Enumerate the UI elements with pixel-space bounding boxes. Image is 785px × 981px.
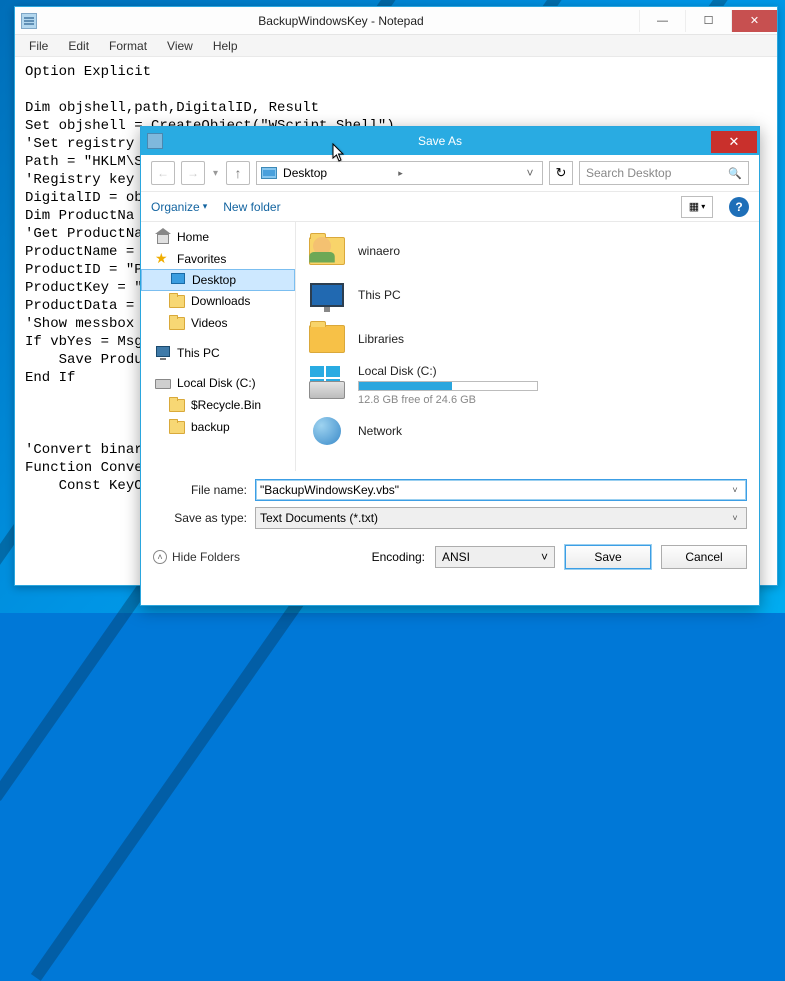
encoding-label: Encoding:: [372, 550, 425, 564]
savetype-label: Save as type:: [153, 511, 255, 525]
minimize-button[interactable]: —: [639, 10, 685, 32]
sidebar-item-localdisk[interactable]: Local Disk (C:): [141, 372, 295, 394]
list-item[interactable]: This PC: [302, 274, 753, 316]
list-item[interactable]: winaero: [302, 230, 753, 272]
pc-icon: [306, 276, 348, 314]
menu-edit[interactable]: Edit: [58, 37, 99, 55]
chevron-right-icon[interactable]: ▸: [398, 168, 403, 179]
sidebar-item-desktop[interactable]: Desktop: [141, 269, 295, 291]
close-button[interactable]: ✕: [711, 131, 757, 153]
network-icon: [306, 412, 348, 450]
saveas-fields: File name: "BackupWindowsKey.vbs" ˅ Save…: [141, 471, 759, 529]
saveas-footer: ˄ Hide Folders Encoding: ANSI ˅ Save Can…: [141, 535, 759, 581]
notepad-menubar: File Edit Format View Help: [15, 35, 777, 57]
saveas-title: Save As: [169, 134, 711, 148]
saveas-address-bar: ← → ▾ ↑ Desktop ▸ ˅ ↻ Search Desktop 🔍: [141, 155, 759, 191]
storage-bar: [358, 381, 538, 391]
notepad-icon: [21, 13, 37, 29]
history-dropdown-icon[interactable]: ▾: [211, 168, 220, 179]
list-item[interactable]: Local Disk (C:) 12.8 GB free of 24.6 GB: [302, 362, 753, 408]
caret-down-icon: ▾: [701, 202, 705, 211]
sidebar-item-thispc[interactable]: This PC: [141, 342, 295, 364]
encoding-combo[interactable]: ANSI ˅: [435, 546, 555, 568]
notepad-title: BackupWindowsKey - Notepad: [43, 14, 639, 28]
breadcrumb[interactable]: Desktop ▸ ˅: [256, 161, 543, 185]
folder-icon: [169, 294, 185, 308]
list-item[interactable]: Network: [302, 410, 753, 452]
folder-icon: [169, 398, 185, 412]
caret-down-icon[interactable]: ˅: [728, 485, 742, 495]
up-button[interactable]: ↑: [226, 161, 250, 185]
pc-icon: [155, 346, 171, 360]
user-folder-icon: [306, 232, 348, 270]
help-button[interactable]: ?: [729, 197, 749, 217]
folder-icon: [169, 420, 185, 434]
caret-down-icon: ▾: [203, 201, 208, 212]
desktop-icon: [170, 273, 186, 287]
desktop-icon: [261, 167, 277, 179]
star-icon: [155, 252, 171, 266]
search-placeholder: Search Desktop: [586, 166, 728, 180]
view-icon: ▦: [689, 200, 699, 213]
filename-input[interactable]: "BackupWindowsKey.vbs" ˅: [255, 479, 747, 501]
libraries-icon: [306, 320, 348, 358]
back-button[interactable]: ←: [151, 161, 175, 185]
menu-help[interactable]: Help: [203, 37, 248, 55]
saveas-body: Home Favorites Desktop Downloads Videos …: [141, 221, 759, 471]
saveas-toolbar: Organize ▾ New folder ▦ ▾ ?: [141, 191, 759, 221]
cancel-button[interactable]: Cancel: [661, 545, 747, 569]
save-as-dialog: Save As ✕ ← → ▾ ↑ Desktop ▸ ˅ ↻ Search D…: [140, 126, 760, 606]
search-input[interactable]: Search Desktop 🔍: [579, 161, 749, 185]
breadcrumb-location[interactable]: Desktop: [283, 166, 394, 180]
sidebar-item-home[interactable]: Home: [141, 226, 295, 248]
chevron-up-icon: ˄: [153, 550, 167, 564]
menu-view[interactable]: View: [157, 37, 203, 55]
sidebar-item-favorites[interactable]: Favorites: [141, 248, 295, 270]
sidebar-item-recyclebin[interactable]: $Recycle.Bin: [141, 394, 295, 416]
forward-button[interactable]: →: [181, 161, 205, 185]
list-item[interactable]: Libraries: [302, 318, 753, 360]
refresh-button[interactable]: ↻: [549, 161, 573, 185]
caret-down-icon: ˅: [541, 550, 548, 564]
save-button[interactable]: Save: [565, 545, 651, 569]
caret-down-icon: ˅: [728, 513, 742, 523]
drive-icon: [155, 376, 171, 390]
navigation-pane: Home Favorites Desktop Downloads Videos …: [141, 222, 296, 471]
dialog-icon: [147, 133, 163, 149]
organize-button[interactable]: Organize ▾: [151, 200, 207, 214]
hide-folders-button[interactable]: ˄ Hide Folders: [153, 550, 240, 564]
saveas-titlebar[interactable]: Save As ✕: [141, 127, 759, 155]
menu-format[interactable]: Format: [99, 37, 157, 55]
sidebar-item-backup[interactable]: backup: [141, 416, 295, 438]
sidebar-item-downloads[interactable]: Downloads: [141, 290, 295, 312]
view-options-button[interactable]: ▦ ▾: [681, 196, 713, 218]
sidebar-item-videos[interactable]: Videos: [141, 312, 295, 334]
close-button[interactable]: ✕: [731, 10, 777, 32]
maximize-button[interactable]: ☐: [685, 10, 731, 32]
filename-label: File name:: [153, 483, 255, 497]
menu-file[interactable]: File: [19, 37, 58, 55]
file-list[interactable]: winaero This PC Libraries Local Disk (C:…: [296, 222, 759, 471]
new-folder-button[interactable]: New folder: [223, 200, 280, 214]
home-icon: [155, 230, 171, 244]
search-icon: 🔍: [728, 167, 742, 180]
breadcrumb-dropdown-icon[interactable]: ˅: [522, 166, 538, 180]
notepad-titlebar[interactable]: BackupWindowsKey - Notepad — ☐ ✕: [15, 7, 777, 35]
folder-icon: [169, 316, 185, 330]
savetype-combo[interactable]: Text Documents (*.txt) ˅: [255, 507, 747, 529]
drive-icon: [306, 366, 348, 404]
